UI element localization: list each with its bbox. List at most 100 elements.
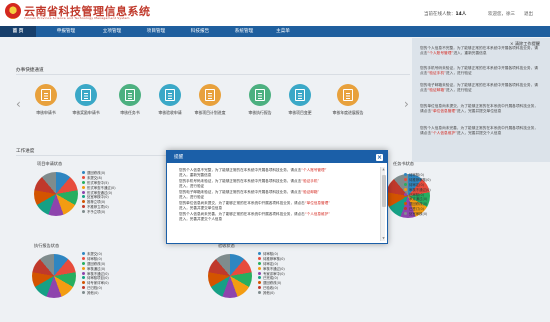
legend-swatch — [404, 212, 407, 216]
shortcut-item[interactable]: 审核项目计划进度 — [190, 84, 230, 116]
legend-swatch — [82, 190, 85, 194]
nav-main-menu[interactable]: 主菜单 — [266, 26, 300, 37]
legend-label: 处室审核(0) — [409, 212, 428, 217]
legend-swatch — [82, 195, 85, 199]
legend-swatch — [258, 291, 261, 295]
dialog-message-tail: 进入，进行验证 — [179, 183, 205, 188]
shortcuts-title: 办事快捷通道 — [16, 68, 44, 73]
dialog-message-tail: 进入，进行验证 — [179, 194, 205, 199]
document-icon — [75, 84, 97, 106]
notice-tail: 进入，进行验证 — [445, 70, 472, 75]
legend-item[interactable]: 其他(0) — [258, 290, 285, 295]
message-link[interactable]: “个人信息维护” — [305, 212, 330, 216]
chart-title: 执行报告状态 — [34, 243, 60, 248]
shortcut-item[interactable]: 审核年度进展报告 — [328, 84, 368, 116]
dialog-scrollbar[interactable]: ▲ ▼ — [380, 167, 386, 241]
notice-item: 您的个人信息尚未完善，为了能够正常的在本系统中开展各项科技业务，请点击“个人信息… — [420, 126, 540, 136]
logout-link[interactable]: 退出 — [524, 11, 533, 17]
legend-swatch — [82, 175, 85, 179]
reminder-dialog: 提醒 × 您的个人信息不完整，为了能够正常的在本系统中开展各项科技业务，请点击“… — [166, 150, 388, 244]
shortcut-item[interactable]: 审核执行报告 — [240, 84, 280, 116]
message-link[interactable]: “验证手机” — [301, 179, 319, 183]
legend-swatch — [258, 286, 261, 290]
nav-application[interactable]: 申报管理 — [46, 26, 86, 37]
work-status-title: 工作进度 — [16, 149, 35, 154]
message-link[interactable]: “个人账号管理” — [301, 168, 326, 172]
shortcut-item[interactable]: 审核项目变更 — [280, 84, 320, 116]
message-text: 您的电子邮箱未验证，为了能够正常的在本系统中开展各项科技业务，请点击 — [179, 190, 302, 194]
legend-swatch — [404, 202, 407, 206]
notice-item: 您的手机号码未验证，为了能够正常的在本系统中开展各项科技业务，请点击“验证手机”… — [420, 66, 540, 76]
message-text: 您的个人信息不完整，为了能够正常的在本系统中开展各项科技业务，请点击 — [179, 168, 302, 172]
message-link[interactable]: “验证邮箱” — [301, 190, 319, 194]
legend-item[interactable]: 处室审核(0) — [404, 211, 431, 216]
shortcut-label: 审核项目变更 — [288, 110, 312, 115]
close-icon[interactable]: × — [376, 153, 383, 161]
welcome-label: 欢迎您， — [488, 12, 506, 17]
shortcuts-prev-arrow[interactable]: ‹ — [16, 97, 21, 111]
chart-legend: 未提交(0) 待审核(0) 退回修改(0) 审核通过(0) 审核不通过(0) 待审核项目(… — [82, 251, 109, 295]
legend-swatch — [82, 170, 85, 174]
scroll-up-icon[interactable]: ▲ — [381, 167, 386, 172]
legend-item[interactable]: 其他(0) — [82, 290, 109, 295]
scroll-thumb[interactable] — [381, 175, 386, 207]
document-icon — [119, 84, 141, 106]
legend-swatch — [82, 185, 85, 189]
dialog-message-tail: 进入，完善并提交单位信息 — [179, 205, 223, 210]
legend-item[interactable]: 不予立项(0) — [82, 209, 116, 214]
document-icon — [159, 84, 181, 106]
shortcuts-next-arrow[interactable]: › — [404, 97, 409, 111]
main-nav: 首 页 申报管理 立项管理 项目管理 科技报告 系统管理 主菜单 — [0, 26, 550, 37]
notice-link[interactable]: “个人账号管理” — [427, 51, 453, 55]
online-label: 当前在线人数： — [424, 12, 456, 17]
dialog-message-tail: 进入，重新完善信息 — [179, 172, 212, 177]
legend-swatch — [258, 261, 261, 265]
emblem-logo — [5, 3, 21, 19]
nav-system[interactable]: 系统管理 — [224, 26, 264, 37]
nav-report[interactable]: 科技报告 — [180, 26, 220, 37]
message-text: 您的单位信息尚未提交，为了能够正常的在本系统中开展各项科技业务，请点击 — [179, 201, 305, 205]
legend-swatch — [82, 251, 85, 255]
nav-project[interactable]: 项目管理 — [136, 26, 176, 37]
legend-label: 其他(0) — [87, 291, 99, 296]
nav-home[interactable]: 首 页 — [0, 26, 36, 37]
legend-label: 不予立项(0) — [87, 210, 106, 215]
message-link[interactable]: “单位信息管理” — [305, 201, 330, 205]
notice-panel: × 清除工作提醒 您的个人信息不完整，为了能够正常的在本系统中开展各项科技业务，… — [412, 38, 550, 162]
legend-swatch — [82, 180, 85, 184]
shortcut-item[interactable]: 审核奖励申请书 — [66, 84, 106, 116]
notice-link[interactable]: “单位信息管理” — [431, 109, 457, 113]
legend-swatch — [404, 177, 407, 181]
document-icon — [289, 84, 311, 106]
shortcut-item[interactable]: 审核任务书 — [110, 84, 150, 116]
message-text: 您的手机号码未验证，为了能够正常的在本系统中开展各项科技业务，请点击 — [179, 179, 302, 183]
notice-tail: 进入，进行验证 — [445, 87, 472, 92]
notice-item: 您的个人信息不完整，为了能够正常的在本系统中开展各项科技业务，请点击“个人账号管… — [420, 46, 540, 56]
legend-swatch — [404, 172, 407, 176]
legend-swatch — [258, 256, 261, 260]
legend-swatch — [404, 182, 407, 186]
chart-legend: 退回修改(0) 未提交(8) 形式审查中(5) 形式审查不通过(0) 形式审查通过(0)… — [82, 170, 116, 214]
online-number: 14人 — [455, 12, 467, 17]
app-subtitle: Yunnan Province Science and Technology M… — [24, 16, 130, 20]
shortcut-label: 审核项目计划进度 — [194, 110, 226, 115]
shortcut-label: 审核验收申请 — [158, 110, 182, 115]
legend-swatch — [82, 210, 85, 214]
legend-swatch — [258, 251, 261, 255]
scroll-down-icon[interactable]: ▼ — [381, 236, 386, 241]
shortcut-label: 审核执行报告 — [248, 110, 272, 115]
legend-swatch — [82, 291, 85, 295]
legend-swatch — [82, 200, 85, 204]
legend-swatch — [82, 271, 85, 275]
notice-item: 您的单位信息尚未提交，为了能够正常的在本系统中开展各项科技业务，请点击“单位信息… — [420, 104, 540, 114]
notice-link[interactable]: “个人信息维护” — [431, 131, 457, 135]
chart-title: 项目申请状态 — [37, 161, 63, 166]
notice-link[interactable]: “验证邮箱” — [427, 88, 446, 92]
legend-swatch — [258, 276, 261, 280]
shortcut-item[interactable]: 审核申请书 — [26, 84, 66, 116]
dialog-message-tail: 进入，完善并提交个人信息 — [179, 216, 223, 221]
shortcut-item[interactable]: 审核验收申请 — [150, 84, 190, 116]
notice-link[interactable]: “验证手机” — [427, 71, 446, 75]
nav-approval[interactable]: 立项管理 — [92, 26, 132, 37]
welcome-text: 欢迎您，徐三 — [488, 11, 515, 17]
